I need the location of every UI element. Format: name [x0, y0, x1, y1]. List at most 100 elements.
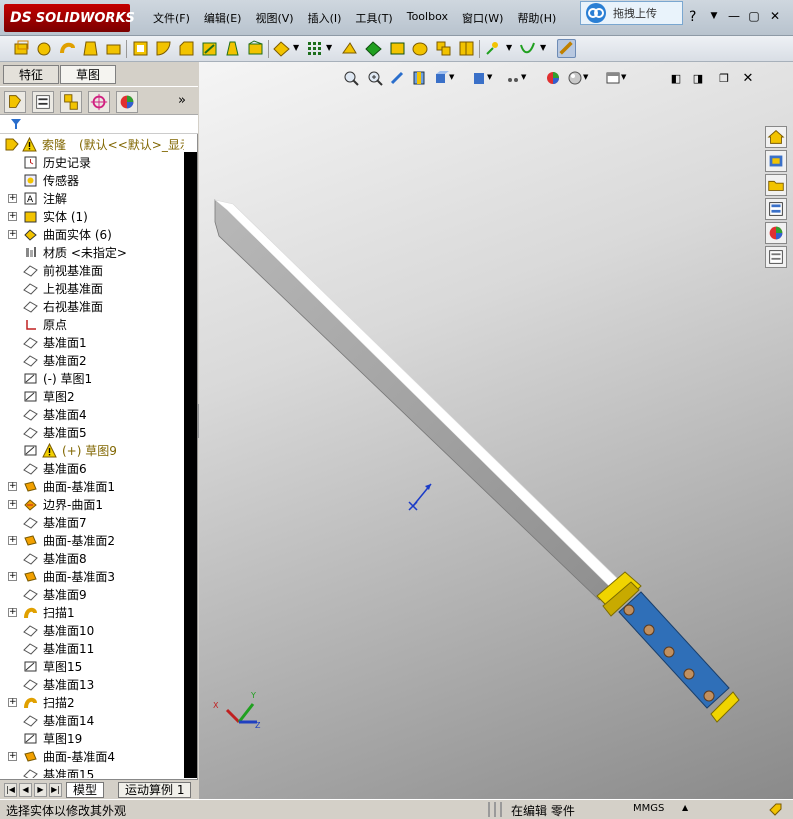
- dropdown-arrow-icon[interactable]: ▼: [706, 8, 722, 24]
- tab-model[interactable]: 模型: [66, 782, 105, 798]
- graphics-area[interactable]: ▼ ▼ ▼ ▼ ▼ ◧ ◨ ❐ ✕ X Y Z: [199, 62, 793, 799]
- status-units[interactable]: MMGS: [633, 803, 664, 814]
- tree-item[interactable]: 基准面10: [0, 621, 184, 639]
- dimxpert-icon[interactable]: [88, 91, 110, 113]
- expand-icon[interactable]: +: [8, 229, 17, 239]
- dropdown-arrow-icon[interactable]: ▼: [326, 43, 332, 52]
- dropdown-arrow-icon[interactable]: ▼: [540, 43, 546, 52]
- tree-item[interactable]: 基准面6: [0, 459, 184, 477]
- tree-item[interactable]: + 边界-曲面1: [0, 495, 184, 513]
- tree-scrollbar[interactable]: [184, 152, 197, 778]
- katana-model[interactable]: X Y Z: [199, 62, 793, 799]
- revolve-icon[interactable]: [35, 39, 54, 58]
- more-tabs-icon[interactable]: »: [178, 93, 186, 108]
- tree-item[interactable]: 基准面9: [0, 585, 184, 603]
- tree-item[interactable]: (-) 草图1: [0, 369, 184, 387]
- expand-icon[interactable]: +: [8, 751, 17, 761]
- tree-item[interactable]: 基准面7: [0, 513, 184, 531]
- tree-item[interactable]: + 曲面-基准面3: [0, 567, 184, 585]
- pattern-icon[interactable]: [305, 39, 324, 58]
- tree-item[interactable]: 基准面4: [0, 405, 184, 423]
- tree-item[interactable]: + 扫描1: [0, 603, 184, 621]
- tree-root-part[interactable]: 索隆 (默认<<默认>_显示状态: [0, 135, 184, 153]
- tree-item[interactable]: + A 注解: [0, 189, 184, 207]
- tree-item[interactable]: 前视基准面: [0, 261, 184, 279]
- fillet-icon[interactable]: [154, 39, 173, 58]
- cut-extrude-icon[interactable]: [131, 39, 150, 58]
- tree-item[interactable]: + 曲面-基准面4: [0, 747, 184, 765]
- tree-item[interactable]: 传感器: [0, 171, 184, 189]
- configuration-manager-icon[interactable]: [60, 91, 82, 113]
- minimize-icon[interactable]: —: [726, 8, 742, 24]
- property-manager-icon[interactable]: [32, 91, 54, 113]
- rib-icon[interactable]: [200, 39, 219, 58]
- tree-item[interactable]: 上视基准面: [0, 279, 184, 297]
- expand-icon[interactable]: +: [8, 211, 17, 221]
- tree-item[interactable]: 基准面11: [0, 639, 184, 657]
- tree-item[interactable]: + 曲面实体 (6): [0, 225, 184, 243]
- tree-item[interactable]: 基准面8: [0, 549, 184, 567]
- instant3d-icon[interactable]: [483, 39, 502, 58]
- expand-icon[interactable]: +: [8, 193, 17, 203]
- units-dropdown-icon[interactable]: ▲: [682, 803, 688, 812]
- menu-view[interactable]: 视图(V): [248, 8, 300, 28]
- curves-icon[interactable]: [518, 39, 537, 58]
- tree-item[interactable]: 基准面15: [0, 765, 184, 778]
- solidworks-logo[interactable]: DS SOLIDWORKS: [4, 4, 135, 32]
- tree-filter[interactable]: [0, 114, 198, 134]
- tree-item[interactable]: + 曲面-基准面2: [0, 531, 184, 549]
- menu-tools[interactable]: 工具(T): [348, 8, 399, 28]
- sweep-tool-icon[interactable]: [58, 39, 77, 58]
- maximize-icon[interactable]: ▢: [746, 8, 762, 24]
- boundary-icon[interactable]: [104, 39, 123, 58]
- thicken-icon[interactable]: [388, 39, 407, 58]
- tree-item[interactable]: 右视基准面: [0, 297, 184, 315]
- tree-item[interactable]: 草图19: [0, 729, 184, 747]
- tree-item[interactable]: 基准面1: [0, 333, 184, 351]
- rebuild-tag-icon[interactable]: [767, 802, 783, 818]
- tree-item[interactable]: 草图15: [0, 657, 184, 675]
- tree-item[interactable]: + 扫描2: [0, 693, 184, 711]
- menu-help[interactable]: 帮助(H): [510, 8, 563, 28]
- tree-item[interactable]: (+) 草图9: [0, 441, 184, 459]
- tree-item[interactable]: 草图2: [0, 387, 184, 405]
- menu-edit[interactable]: 编辑(E): [197, 8, 249, 28]
- menu-file[interactable]: 文件(F): [146, 8, 197, 28]
- menu-insert[interactable]: 插入(I): [301, 8, 349, 28]
- extrude-icon[interactable]: [12, 39, 31, 58]
- split-icon[interactable]: [457, 39, 476, 58]
- tree-item[interactable]: + 曲面-基准面1: [0, 477, 184, 495]
- tab-sketch[interactable]: 草图: [60, 65, 116, 84]
- loft-icon[interactable]: [81, 39, 100, 58]
- menu-window[interactable]: 窗口(W): [455, 8, 510, 28]
- menu-toolbox[interactable]: Toolbox: [400, 8, 455, 28]
- first-tab-icon[interactable]: |◀: [4, 783, 17, 797]
- expand-icon[interactable]: +: [8, 535, 17, 545]
- close-icon[interactable]: ✕: [767, 8, 783, 24]
- reference-geometry-icon[interactable]: [340, 39, 359, 58]
- tree-item[interactable]: 基准面5: [0, 423, 184, 441]
- dropdown-arrow-icon[interactable]: ▼: [293, 43, 299, 52]
- draft-icon[interactable]: [223, 39, 242, 58]
- tree-item[interactable]: 基准面2: [0, 351, 184, 369]
- prev-tab-icon[interactable]: ◀: [19, 783, 32, 797]
- expand-icon[interactable]: +: [8, 499, 17, 509]
- tree-item[interactable]: 基准面13: [0, 675, 184, 693]
- tab-motion-study[interactable]: 运动算例 1: [118, 782, 192, 798]
- tree-item[interactable]: 历史记录: [0, 153, 184, 171]
- help-icon[interactable]: ?: [689, 9, 696, 25]
- expand-icon[interactable]: +: [8, 607, 17, 617]
- expand-icon[interactable]: +: [8, 481, 17, 491]
- dropdown-arrow-icon[interactable]: ▼: [506, 43, 512, 52]
- last-tab-icon[interactable]: ▶|: [49, 783, 62, 797]
- surface-tool-icon[interactable]: [364, 39, 383, 58]
- display-manager-icon[interactable]: [116, 91, 138, 113]
- tree-item[interactable]: 基准面14: [0, 711, 184, 729]
- tree-item[interactable]: 原点: [0, 315, 184, 333]
- blade[interactable]: [214, 199, 614, 601]
- chamfer-icon[interactable]: [177, 39, 196, 58]
- feature-manager-icon[interactable]: [4, 91, 26, 113]
- expand-icon[interactable]: +: [8, 697, 17, 707]
- expand-icon[interactable]: +: [8, 571, 17, 581]
- next-tab-icon[interactable]: ▶: [34, 783, 47, 797]
